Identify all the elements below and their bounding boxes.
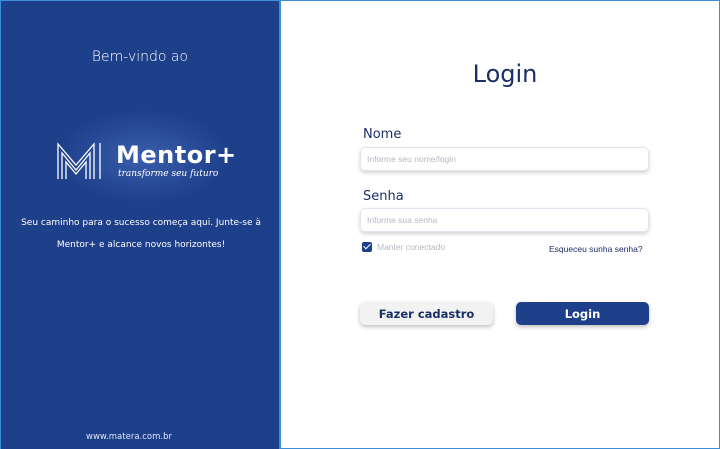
logo-wordmark: Mentor+ — [116, 141, 237, 169]
tagline-line-2: Mentor+ e alcance novos horizontes! — [56, 240, 226, 250]
register-button[interactable]: Fazer cadastro — [360, 302, 493, 325]
forgot-password-link[interactable]: Esqueceu sunha senha? — [549, 244, 643, 254]
mentor-logo: Mentor+ transforme seu futuro — [56, 141, 236, 183]
keep-connected-label: Manter conectado — [377, 242, 446, 252]
logo-slogan: transforme seu futuro — [118, 169, 219, 179]
tagline-line-1: Seu caminho para o sucesso começa aqui. … — [21, 218, 261, 228]
keep-connected-checkbox[interactable] — [362, 242, 372, 252]
password-label: Senha — [363, 189, 404, 204]
page-title: Login — [472, 60, 538, 88]
site-url: www.matera.com.br — [86, 432, 172, 442]
welcome-text: Bem-vindo ao — [91, 49, 189, 65]
brand-tagline: Seu caminho para o sucesso começa aqui. … — [21, 212, 261, 256]
brand-panel: Bem-vindo ao Mentor+ transforme seu futu… — [1, 1, 281, 449]
name-input[interactable] — [360, 147, 649, 171]
keep-connected-row[interactable]: Manter conectado — [362, 241, 445, 253]
app-frame: Bem-vindo ao Mentor+ transforme seu futu… — [0, 0, 720, 449]
m-logo-icon — [57, 142, 101, 179]
login-button[interactable]: Login — [516, 302, 649, 325]
password-input[interactable] — [360, 208, 649, 232]
name-label: Nome — [363, 127, 402, 142]
